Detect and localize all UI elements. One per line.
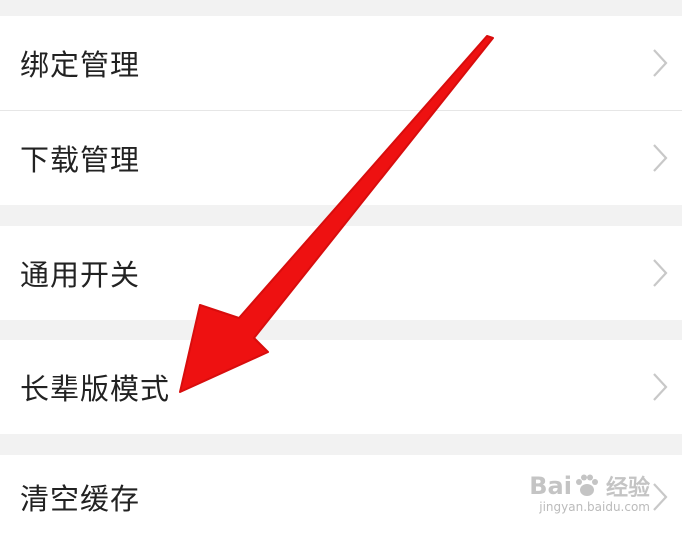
chevron-right-icon [653, 373, 668, 401]
settings-item-label: 下载管理 [20, 143, 141, 177]
chevron-right-icon [653, 49, 668, 77]
settings-item-download-management[interactable]: 下载管理 [0, 111, 682, 205]
paw-icon [575, 474, 598, 496]
chevron-right-icon [653, 259, 668, 287]
settings-item-label: 长辈版模式 [20, 372, 171, 406]
baidu-jingyan-watermark: Bai 经验 jingyan.baidu.com [529, 470, 650, 514]
settings-item-label: 绑定管理 [20, 48, 141, 82]
settings-item-label: 通用开关 [20, 258, 141, 292]
chevron-right-icon [653, 482, 668, 511]
settings-item-general-switches[interactable]: 通用开关 [0, 226, 682, 320]
watermark-url: jingyan.baidu.com [539, 500, 650, 514]
settings-list: 绑定管理 下载管理 通用开关 长辈版模式 清空缓存 [0, 0, 682, 538]
watermark-logo: Bai 经验 [529, 470, 650, 502]
settings-item-binding-management[interactable]: 绑定管理 [0, 16, 682, 110]
watermark-brand-left: Bai [529, 472, 572, 500]
settings-item-label: 清空缓存 [20, 481, 141, 516]
chevron-right-icon [653, 144, 668, 172]
watermark-brand-right: 经验 [605, 476, 650, 501]
settings-item-elder-mode[interactable]: 长辈版模式 [0, 340, 682, 434]
